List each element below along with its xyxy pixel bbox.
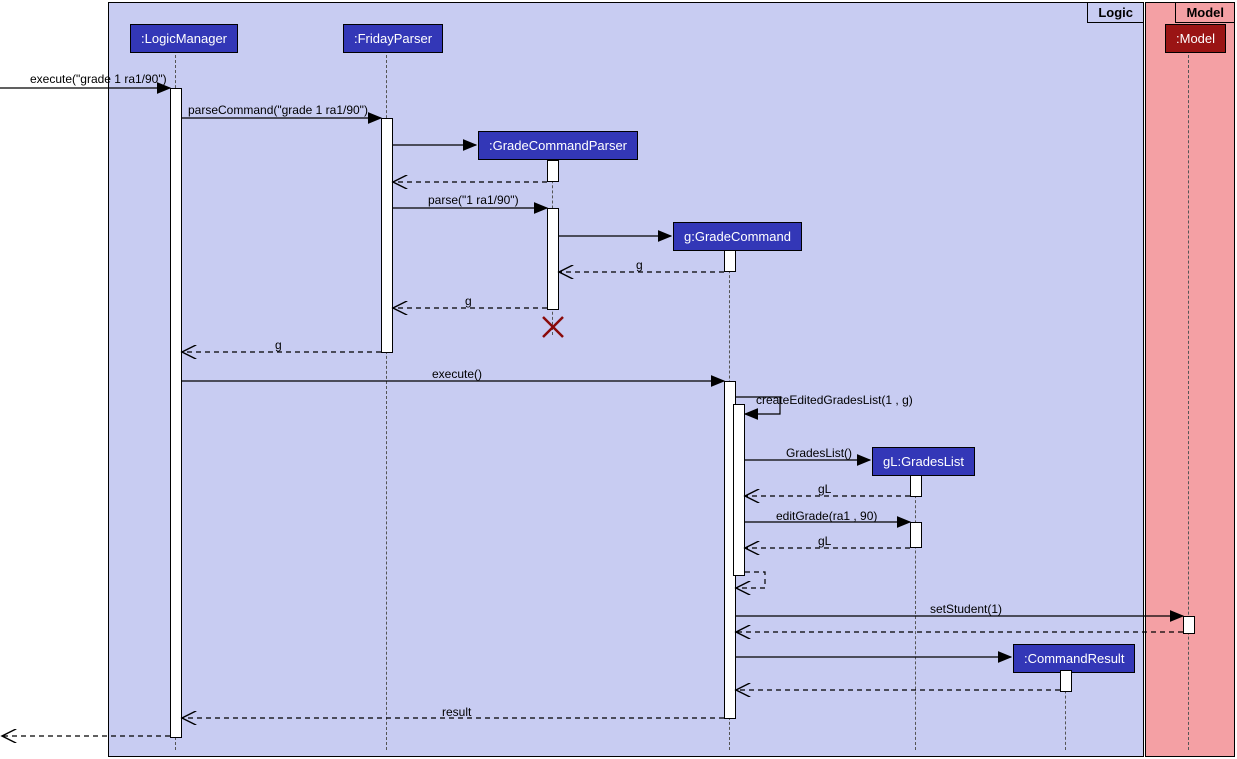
- participant-logic-manager: :LogicManager: [130, 24, 238, 53]
- participant-grades-list: gL:GradesList: [872, 447, 975, 476]
- msg-set-student: setStudent(1): [930, 602, 1002, 616]
- msg-return-result: result: [442, 705, 471, 719]
- msg-return-g2: g: [465, 294, 472, 308]
- activation-grades-list-2: [910, 522, 922, 548]
- activation-self-call: [733, 404, 745, 576]
- frame-model-title: Model: [1175, 3, 1234, 23]
- msg-edit-grade: editGrade(ra1 , 90): [776, 509, 877, 523]
- frame-model: Model: [1145, 2, 1235, 757]
- activation-grades-list-1: [910, 475, 922, 497]
- activation-grade-cmd-parser-2: [547, 208, 559, 310]
- msg-return-g3: g: [275, 338, 282, 352]
- participant-friday-parser: :FridayParser: [343, 24, 443, 53]
- lifeline-grades-list: [915, 475, 916, 750]
- msg-return-gl2: gL: [818, 534, 831, 548]
- participant-command-result: :CommandResult: [1013, 644, 1135, 673]
- activation-logic-manager: [170, 88, 182, 738]
- activation-command-result: [1060, 670, 1072, 692]
- msg-return-gl1: gL: [818, 482, 831, 496]
- msg-grades-list: GradesList(): [786, 446, 852, 460]
- participant-model: :Model: [1165, 24, 1226, 53]
- lifeline-model: [1188, 50, 1189, 750]
- activation-grade-cmd-parser-1: [547, 160, 559, 182]
- msg-parse: parse("1 ra1/90"): [428, 193, 519, 207]
- msg-parse-command: parseCommand("grade 1 ra1/90"): [188, 103, 368, 117]
- participant-grade-command-parser: :GradeCommandParser: [478, 131, 638, 160]
- frame-logic-title: Logic: [1087, 3, 1143, 23]
- sequence-diagram: Logic Model :LogicManager :FridayParser …: [0, 0, 1237, 759]
- msg-execute: execute("grade 1 ra1/90"): [30, 72, 167, 86]
- participant-grade-command: g:GradeCommand: [673, 222, 802, 251]
- msg-create-edited: createEditedGradesList(1 , g): [756, 393, 913, 407]
- activation-model: [1183, 616, 1195, 634]
- msg-execute2: execute(): [432, 367, 482, 381]
- activation-friday-parser: [381, 118, 393, 353]
- activation-grade-command-1: [724, 250, 736, 272]
- msg-return-g1: g: [636, 258, 643, 272]
